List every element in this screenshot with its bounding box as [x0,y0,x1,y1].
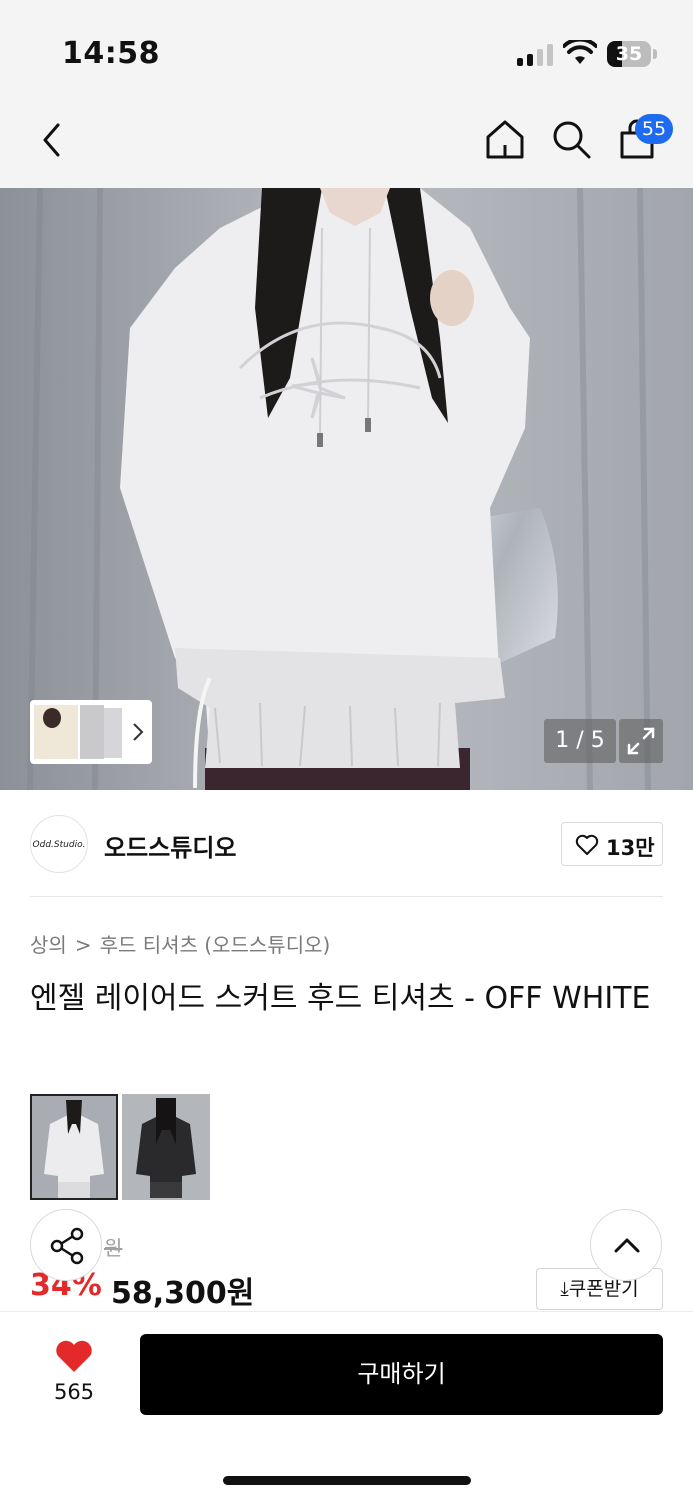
sale-price: 58,300원 [111,1276,255,1311]
expand-image-button[interactable] [619,719,663,763]
breadcrumb: 상의 > 후드 티셔츠 (오드스튜디오) [30,929,330,958]
original-price: 원 [104,1236,123,1260]
divider [30,896,663,897]
chevron-right-icon [133,723,144,741]
product-main-image[interactable] [0,188,693,790]
cart-count-badge: 55 [635,114,673,144]
home-icon[interactable] [484,118,526,160]
gallery-thumbnail-strip[interactable] [30,700,152,764]
share-button[interactable] [30,1209,102,1281]
heart-outline-icon [575,834,599,855]
status-time: 14:58 [62,36,160,71]
brand-name[interactable]: 오드스튜디오 [104,828,236,863]
download-icon: ⤓ [560,1278,569,1300]
breadcrumb-subcategory[interactable]: 후드 티셔츠 (오드스튜디오) [100,933,331,957]
buy-button[interactable]: 구매하기 [140,1334,663,1415]
scroll-top-button[interactable] [590,1209,662,1281]
wifi-icon [563,40,597,64]
product-title: 엔젤 레이어드 스커트 후드 티셔츠 - OFF WHITE [30,981,651,1016]
status-bar: 14:58 35 [0,0,693,96]
cellular-signal-icon [517,44,553,66]
battery-level: 35 [615,43,643,65]
breadcrumb-separator: > [74,933,92,957]
brand-logo-text: Odd.Studio. [32,840,86,850]
brand-logo[interactable]: Odd.Studio. [30,815,88,873]
heart-filled-icon[interactable] [54,1340,94,1374]
share-icon [50,1227,84,1265]
brand-like-button[interactable]: 13만 [561,822,663,866]
color-option-off-white[interactable] [30,1094,118,1200]
brand-like-count: 13만 [606,836,655,860]
back-icon[interactable] [38,122,66,158]
search-icon[interactable] [550,118,592,160]
battery-icon: 35 [607,41,657,67]
image-counter: 1 / 5 [544,719,616,763]
chevron-up-icon [614,1238,640,1253]
home-indicator [223,1476,471,1485]
breadcrumb-category[interactable]: 상의 [30,933,67,957]
wish-count: 565 [53,1380,95,1404]
expand-icon [627,727,655,755]
color-option-black[interactable] [122,1094,210,1200]
